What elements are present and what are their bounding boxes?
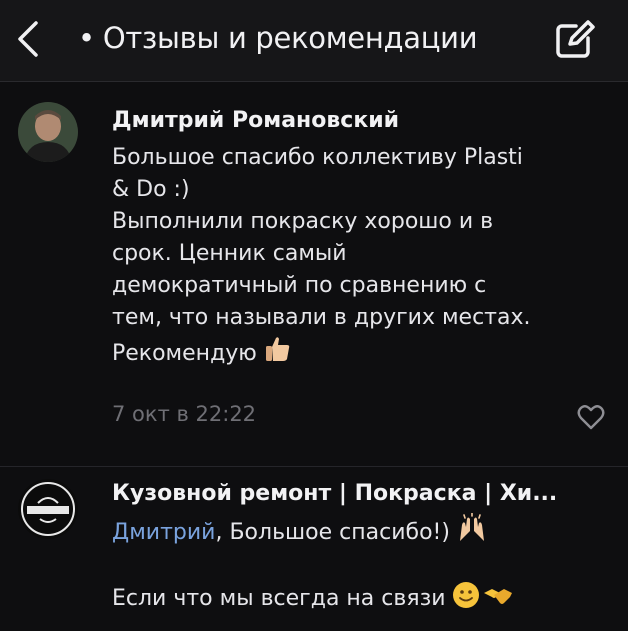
comment-line: срок. Ценник самый — [112, 241, 347, 266]
comment-author[interactable]: Кузовной ремонт | Покраска | Хи... — [112, 481, 557, 506]
slightly-smiling-face-icon — [452, 582, 479, 608]
comment-line: тем, что называли в других местах. — [112, 305, 531, 330]
chevron-left-icon — [18, 21, 38, 57]
comment-line-text: Рекомендую — [112, 341, 257, 366]
reply-text: Дмитрий, Большое спасибо!) Если что мы в… — [112, 513, 612, 615]
edit-icon — [556, 20, 595, 58]
comment-line: & Do :) — [112, 177, 190, 202]
comment-line-last: Рекомендую — [112, 334, 612, 370]
reply-text-part: Если что мы всегда на связи — [112, 586, 446, 611]
page-title-text: Отзывы и рекомендации — [102, 21, 478, 55]
comment-item: Дмитрий Романовский Большое спасибо колл… — [0, 96, 628, 456]
comment-line: Большое спасибо коллективу Plasti — [112, 145, 523, 170]
comment-line: демократичный по сравнению с — [112, 273, 487, 298]
thumbs-up-icon — [265, 337, 290, 361]
compose-button[interactable] — [550, 16, 598, 64]
comment-text: Большое спасибо коллективу Plasti & Do :… — [112, 142, 612, 370]
like-button[interactable] — [574, 400, 608, 434]
title-dot: • — [78, 21, 95, 55]
comment-line: Выполнили покраску хорошо и в — [112, 209, 494, 234]
back-button[interactable] — [8, 14, 48, 64]
handshake-icon — [483, 589, 512, 604]
reply-line: Если что мы всегда на связи — [112, 581, 612, 615]
avatar[interactable] — [18, 479, 78, 539]
brand-logo — [18, 479, 78, 539]
comment-timestamp: 7 окт в 22:22 — [112, 402, 257, 426]
comment-author[interactable]: Дмитрий Романовский — [112, 108, 399, 133]
reply-line — [112, 549, 612, 581]
raised-hands-icon — [459, 513, 484, 541]
comment-item: Кузовной ремонт | Покраска | Хи... Дмитр… — [0, 466, 628, 631]
reply-text-part: , Большое спасибо!) — [215, 520, 450, 545]
heart-icon — [577, 405, 605, 430]
mention-link[interactable]: Дмитрий — [112, 520, 215, 545]
reply-line: Дмитрий, Большое спасибо!) — [112, 513, 612, 549]
top-bar: • Отзывы и рекомендации — [0, 0, 628, 82]
avatar[interactable] — [18, 102, 78, 162]
page-title: • Отзывы и рекомендации — [78, 16, 478, 60]
